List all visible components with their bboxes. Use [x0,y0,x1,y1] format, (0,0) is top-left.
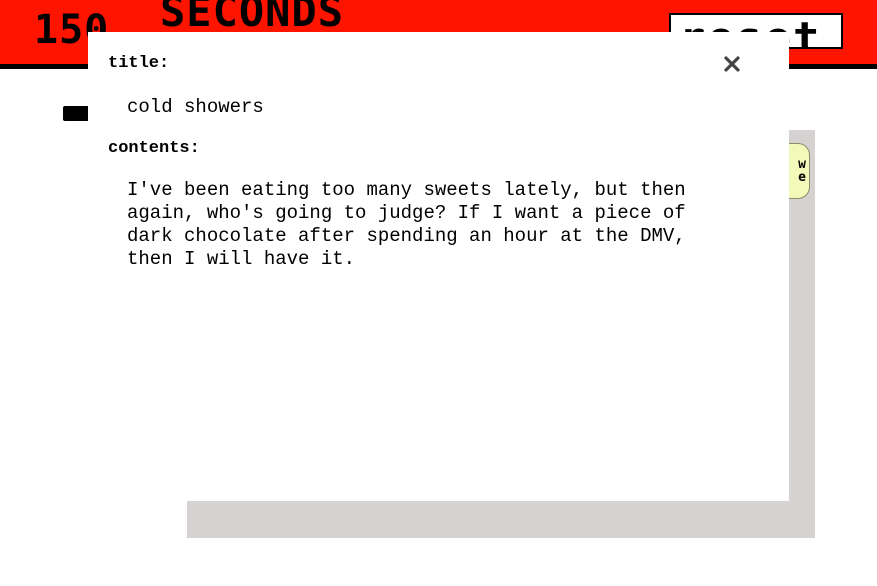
app-page: 150 SECONDS reset w e title: cold shower… [0,0,877,586]
close-icon-glyph [724,56,740,72]
timer-unit: SECONDS [160,0,345,36]
note-contents-value: I've been eating too many sweets lately,… [127,179,686,270]
note-modal: title: cold showers contents: I've been … [88,32,789,501]
new-note-label-line2: e [798,170,806,185]
contents-label: contents: [108,139,200,158]
title-label: title: [108,54,170,73]
note-title-value: cold showers [127,96,264,118]
close-icon[interactable] [721,53,743,75]
